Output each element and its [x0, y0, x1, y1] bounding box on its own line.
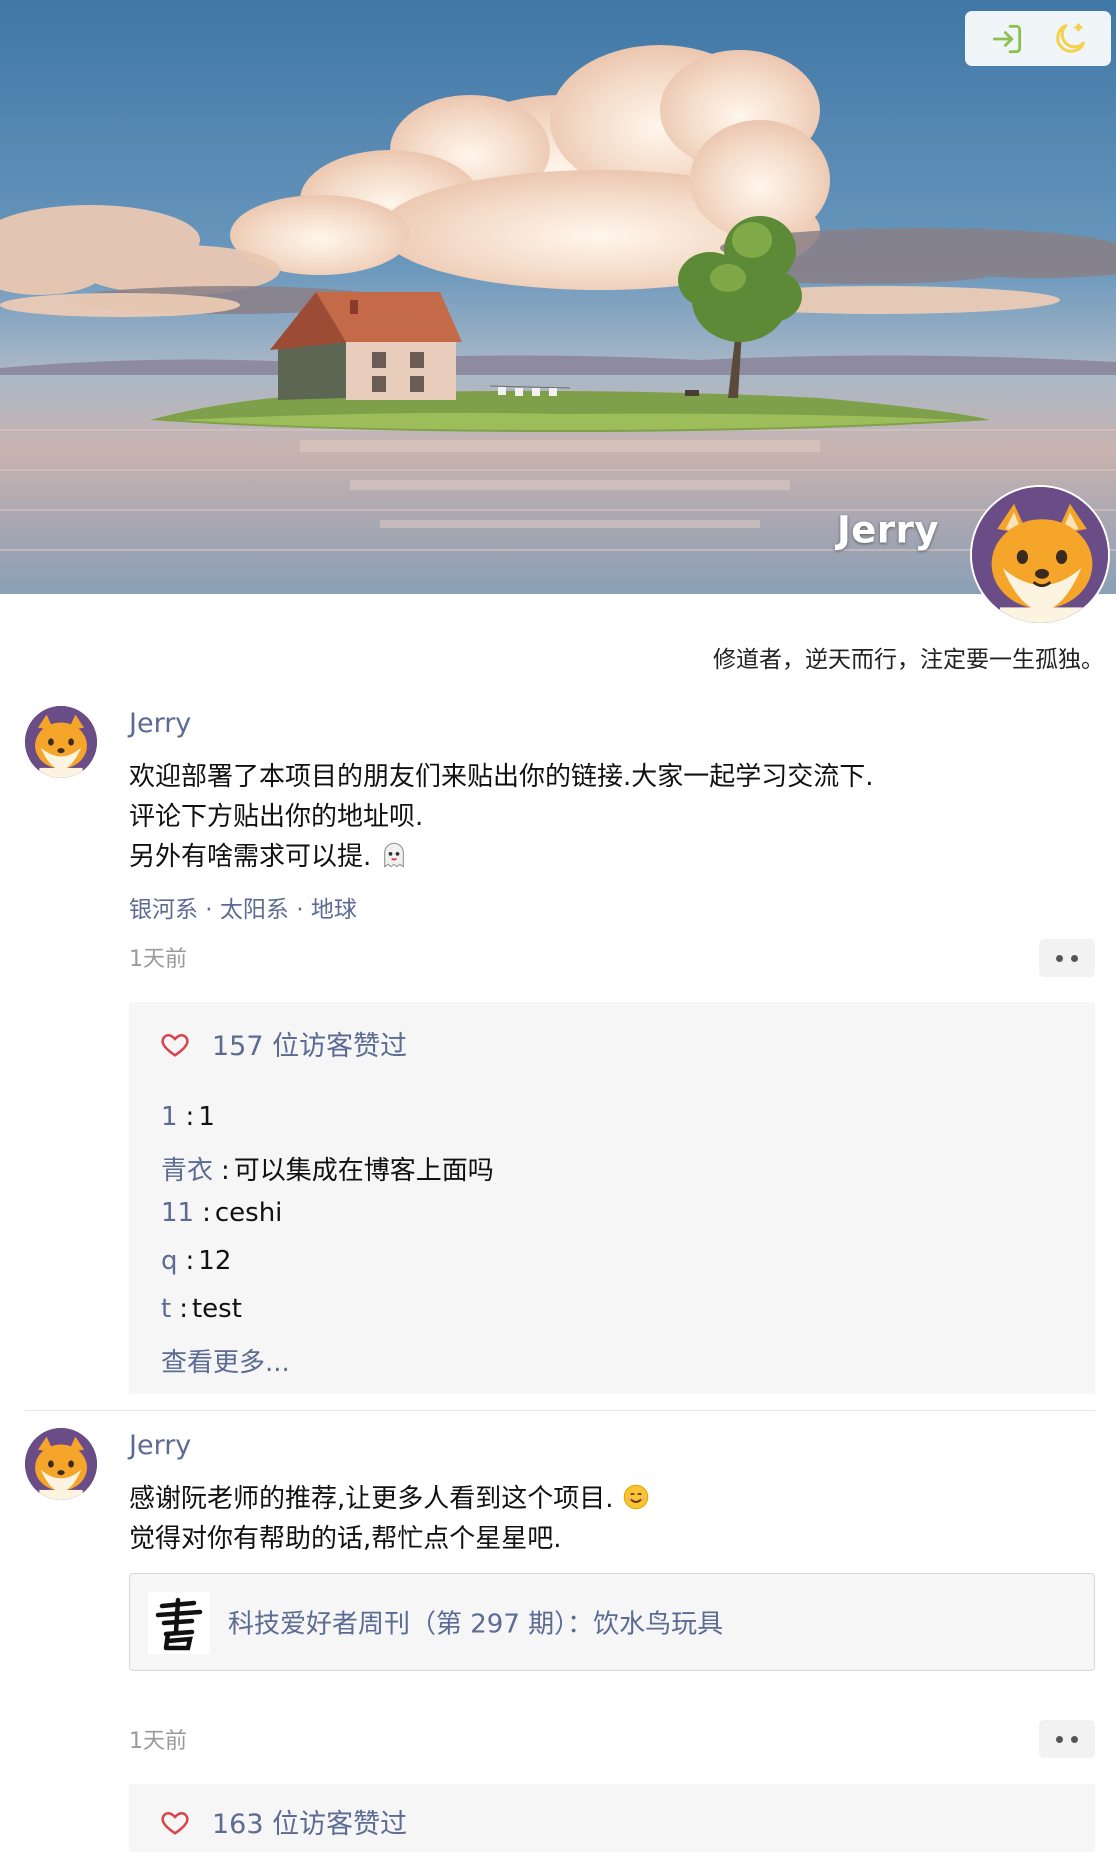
fox-avatar-icon: [972, 487, 1108, 623]
comment-user[interactable]: 1: [161, 1102, 178, 1132]
comment-user[interactable]: 11: [161, 1198, 194, 1228]
post-divider: [25, 1410, 1095, 1411]
comment-item[interactable]: 1:1: [161, 1102, 215, 1132]
heart-icon: [161, 1811, 189, 1835]
post-avatar[interactable]: [25, 1428, 97, 1500]
comment-item[interactable]: 11: ceshi: [161, 1198, 282, 1228]
post-text-line: 感谢阮老师的推荐,让更多人看到这个项目.: [129, 1478, 650, 1515]
login-icon: [992, 24, 1021, 53]
like-count-text: 157 位访客赞过: [212, 1031, 408, 1062]
profile-name: Jerry: [837, 508, 939, 552]
comment-separator: :: [185, 1246, 195, 1276]
post-interactions: 163 位访客赞过: [129, 1784, 1095, 1852]
post-text: 另外有啥需求可以提.: [129, 842, 372, 872]
see-more-comments-link[interactable]: 查看更多...: [161, 1342, 290, 1379]
shared-link-card[interactable]: 科技爱好者周刊（第 297 期）：饮水鸟玩具: [129, 1573, 1095, 1671]
dot-icon: [1071, 1735, 1078, 1743]
link-title[interactable]: 科技爱好者周刊（第 297 期）：饮水鸟玩具: [228, 1604, 723, 1641]
comment-separator: :: [179, 1294, 188, 1324]
theme-toggle-button[interactable]: [1048, 17, 1092, 61]
comment-item[interactable]: 青衣: 可以集成在博客上面吗: [161, 1150, 494, 1187]
dot-icon: [1071, 954, 1078, 962]
moon-icon: [1055, 22, 1085, 53]
comment-text: 1: [198, 1102, 215, 1132]
dot-icon: [1056, 954, 1063, 962]
ghost-emoji-icon: [383, 842, 404, 868]
dot-icon: [1056, 1735, 1063, 1743]
like-summary[interactable]: 157 位访客赞过: [160, 1024, 407, 1063]
fox-avatar-icon: [25, 706, 97, 778]
post-text-line: 评论下方贴出你的地址呗.: [129, 802, 424, 832]
cover-banner: Jerry: [0, 0, 1116, 594]
smile-emoji-icon: [623, 1484, 649, 1510]
comment-separator: :: [202, 1198, 211, 1228]
post-interactions: 157 位访客赞过 1:1 青衣: 可以集成在博客上面吗 11: ceshi q:1…: [129, 1002, 1095, 1394]
comment-text: 12: [198, 1246, 232, 1276]
post-author[interactable]: Jerry: [129, 708, 191, 739]
comment-text: ceshi: [214, 1198, 283, 1228]
comment-separator: :: [185, 1102, 195, 1132]
profile-avatar[interactable]: [970, 485, 1110, 625]
post-more-button[interactable]: [1039, 1720, 1095, 1758]
fox-avatar-icon: [25, 1428, 97, 1500]
post-text: 感谢阮老师的推荐,让更多人看到这个项目.: [129, 1484, 614, 1514]
post-text-line: 另外有啥需求可以提.: [129, 836, 408, 873]
link-thumbnail: [148, 1592, 210, 1654]
moments-page: Jerry 修道者，逆天而行，注定要一生孤独。 Jerry 欢迎部署了本项目的朋…: [0, 0, 1116, 1852]
login-button[interactable]: [985, 17, 1029, 61]
top-toolbar: [965, 11, 1111, 66]
post-location[interactable]: 银河系 · 太阳系 · 地球: [129, 890, 357, 924]
post-author[interactable]: Jerry: [129, 1430, 191, 1461]
like-summary[interactable]: 163 位访客赞过: [160, 1802, 407, 1841]
post-text-line: 觉得对你有帮助的话,帮忙点个星星吧.: [129, 1524, 562, 1554]
comment-user[interactable]: q: [161, 1246, 178, 1276]
post-avatar[interactable]: [25, 706, 97, 778]
like-count-text: 163 位访客赞过: [212, 1809, 408, 1840]
post-text-line: 欢迎部署了本项目的朋友们来贴出你的链接.大家一起学习交流下.: [129, 762, 874, 792]
comment-separator: :: [221, 1156, 230, 1186]
post-time: 1天前: [129, 1729, 187, 1754]
profile-motto: 修道者，逆天而行，注定要一生孤独。: [713, 647, 1104, 673]
comment-text: 可以集成在博客上面吗: [233, 1156, 494, 1186]
calligraphy-book-icon: [148, 1592, 210, 1654]
heart-icon: [161, 1033, 189, 1057]
cover-image: [0, 0, 1116, 594]
comment-text: test: [191, 1294, 242, 1324]
post-more-button[interactable]: [1039, 939, 1095, 977]
comment-item[interactable]: q:12: [161, 1246, 231, 1276]
post-time: 1天前: [129, 947, 187, 972]
comment-user[interactable]: t: [161, 1294, 171, 1324]
comment-item[interactable]: t: test: [161, 1294, 242, 1324]
comment-user[interactable]: 青衣: [161, 1156, 213, 1186]
